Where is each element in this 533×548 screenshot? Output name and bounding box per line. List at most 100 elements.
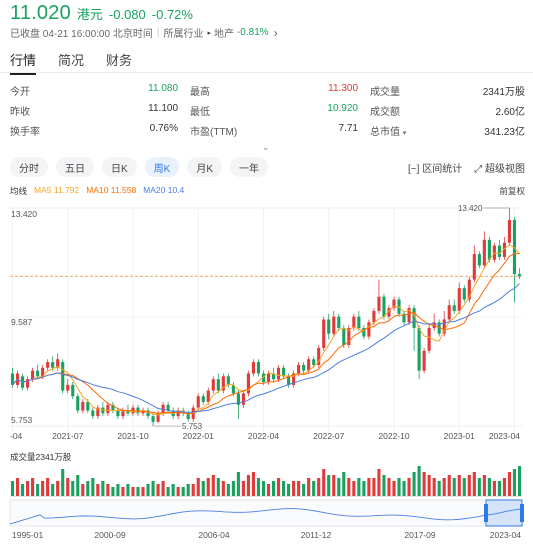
volume-bar xyxy=(46,478,50,496)
volume-bar xyxy=(417,466,421,496)
candle-body xyxy=(462,288,466,300)
stat-low: 最低 10.920 xyxy=(190,103,370,118)
candle-body xyxy=(226,376,230,385)
volume-bar xyxy=(10,481,15,496)
market-state: 已收盘 04-21 16:00:00 北京时间 xyxy=(10,29,153,40)
y-tick-label: 13.420 xyxy=(11,209,37,219)
period-monthly-k[interactable]: 月K xyxy=(187,157,223,177)
navigator-tick-label: 2000-09 xyxy=(94,530,125,540)
volume-bar xyxy=(427,475,431,496)
low-marker-label: 5.753 xyxy=(182,422,203,431)
volume-bar xyxy=(462,478,466,496)
candle-body xyxy=(81,401,85,411)
candle-body xyxy=(86,401,90,411)
volume-bar xyxy=(282,481,286,496)
volume-bar xyxy=(317,478,321,496)
candle-body xyxy=(497,245,501,257)
volume-bar xyxy=(357,478,361,496)
stat-label: 换手率 xyxy=(10,126,40,138)
x-tick-label: 2021-07 xyxy=(52,431,83,440)
volume-bar xyxy=(512,469,517,496)
volume-bar xyxy=(146,484,150,496)
volume-bar xyxy=(412,472,416,496)
volume-bar xyxy=(342,472,346,496)
candle-body xyxy=(266,373,271,383)
candle-body xyxy=(51,362,55,368)
navigator-tick-label: 2011-12 xyxy=(301,530,332,540)
volume-chart[interactable] xyxy=(0,462,533,498)
volume-bar xyxy=(322,469,326,496)
candle-body xyxy=(487,239,491,260)
volume-bar xyxy=(116,484,120,496)
volume-bar xyxy=(372,478,376,496)
expand-icon: ⤢ xyxy=(474,163,483,175)
stats-row: 换手率 0.76% 市盈(TTM) 7.71 总市值 ▾ 341.23亿 xyxy=(10,120,525,140)
status-line: 已收盘 04-21 16:00:00 北京时间 | 所属行业 ▸ 地产 -0.8… xyxy=(10,25,278,41)
volume-bar xyxy=(457,475,461,496)
volume-bar xyxy=(131,487,135,496)
candle-body xyxy=(31,370,35,380)
candle-body xyxy=(287,376,291,385)
industry-link[interactable]: ▸ 地产 -0.81% › xyxy=(207,25,277,41)
candle-body xyxy=(76,396,80,411)
volume-bar xyxy=(106,484,110,496)
candle-body xyxy=(302,364,306,371)
x-tick-label: 2021-10 xyxy=(117,431,148,440)
period-weekly-k[interactable]: 周K xyxy=(144,157,180,177)
volume-bar xyxy=(176,487,180,496)
navigator-window xyxy=(485,499,523,527)
stat-market-cap[interactable]: 总市值 ▾ 341.23亿 xyxy=(370,123,525,138)
navigator-tick-label: 2023-04 xyxy=(490,530,521,540)
navigator-tick-label: 1995-01 xyxy=(12,530,43,540)
volume-bar xyxy=(111,487,115,496)
candle-body xyxy=(151,416,155,422)
y-tick-label: 5.753 xyxy=(11,415,33,425)
candle-body xyxy=(307,359,311,371)
volume-bar xyxy=(256,478,261,496)
interval-stats-button[interactable]: [~] 区间统计 xyxy=(408,160,462,175)
period-five-day[interactable]: 五日 xyxy=(56,157,94,177)
volume-bar xyxy=(36,484,40,496)
overview-navigator[interactable]: 1995-01 2000-09 2006-04 2011-12 2017-09 2023-… xyxy=(0,498,533,548)
x-tick-label: -04 xyxy=(10,431,23,440)
adjust-mode[interactable]: 前复权 xyxy=(499,185,525,197)
volume-bar xyxy=(76,475,80,496)
volume-bar xyxy=(126,484,130,496)
candlestick-chart[interactable]: 13.420 9.587 5.753 13.420 5.753 -04 2021-07 202… xyxy=(0,200,533,440)
period-one-year[interactable]: 一年 xyxy=(230,157,269,177)
volume-bar xyxy=(382,475,386,496)
period-toolbar: 分时 五日 日K 周K 月K 一年 [~] 区间统计 ⤢ 超级视图 xyxy=(10,157,525,177)
volume-bar xyxy=(101,481,105,496)
chevron-down-icon[interactable]: ⌄ xyxy=(262,142,270,153)
volume-bar xyxy=(477,478,481,496)
volume-bar xyxy=(332,475,336,496)
stat-value: 11.100 xyxy=(148,102,178,114)
candle-body xyxy=(367,322,371,337)
candle-body xyxy=(282,367,286,377)
period-intraday[interactable]: 分时 xyxy=(10,157,48,177)
volume-bar xyxy=(442,478,446,496)
stat-label: 成交额 xyxy=(370,106,400,118)
candle-body xyxy=(427,327,431,351)
candle-body xyxy=(196,396,200,408)
volume-bar xyxy=(292,481,296,496)
x-tick-label: 2022-01 xyxy=(183,431,214,440)
stats-row: 今开 11.080 最高 11.300 成交量 2341万股 xyxy=(10,80,525,100)
candle-body xyxy=(216,379,220,391)
volume-bar xyxy=(151,481,155,496)
volume-bar xyxy=(191,484,195,496)
volume-bar xyxy=(517,466,522,496)
volume-bar xyxy=(467,475,471,496)
candle-body xyxy=(71,384,75,397)
industry-name: 地产 xyxy=(213,29,234,40)
candle-body xyxy=(116,410,120,417)
volume-bar xyxy=(86,481,90,496)
volume-bar xyxy=(91,478,95,496)
stat-label: 成交量 xyxy=(370,86,400,98)
super-view-button[interactable]: ⤢ 超级视图 xyxy=(474,160,525,175)
bracket-icon: [~] xyxy=(408,163,420,175)
stat-value: 341.23亿 xyxy=(484,126,525,138)
super-view-label: 超级视图 xyxy=(485,163,525,175)
volume-bar xyxy=(287,484,291,496)
period-daily-k[interactable]: 日K xyxy=(102,157,137,177)
